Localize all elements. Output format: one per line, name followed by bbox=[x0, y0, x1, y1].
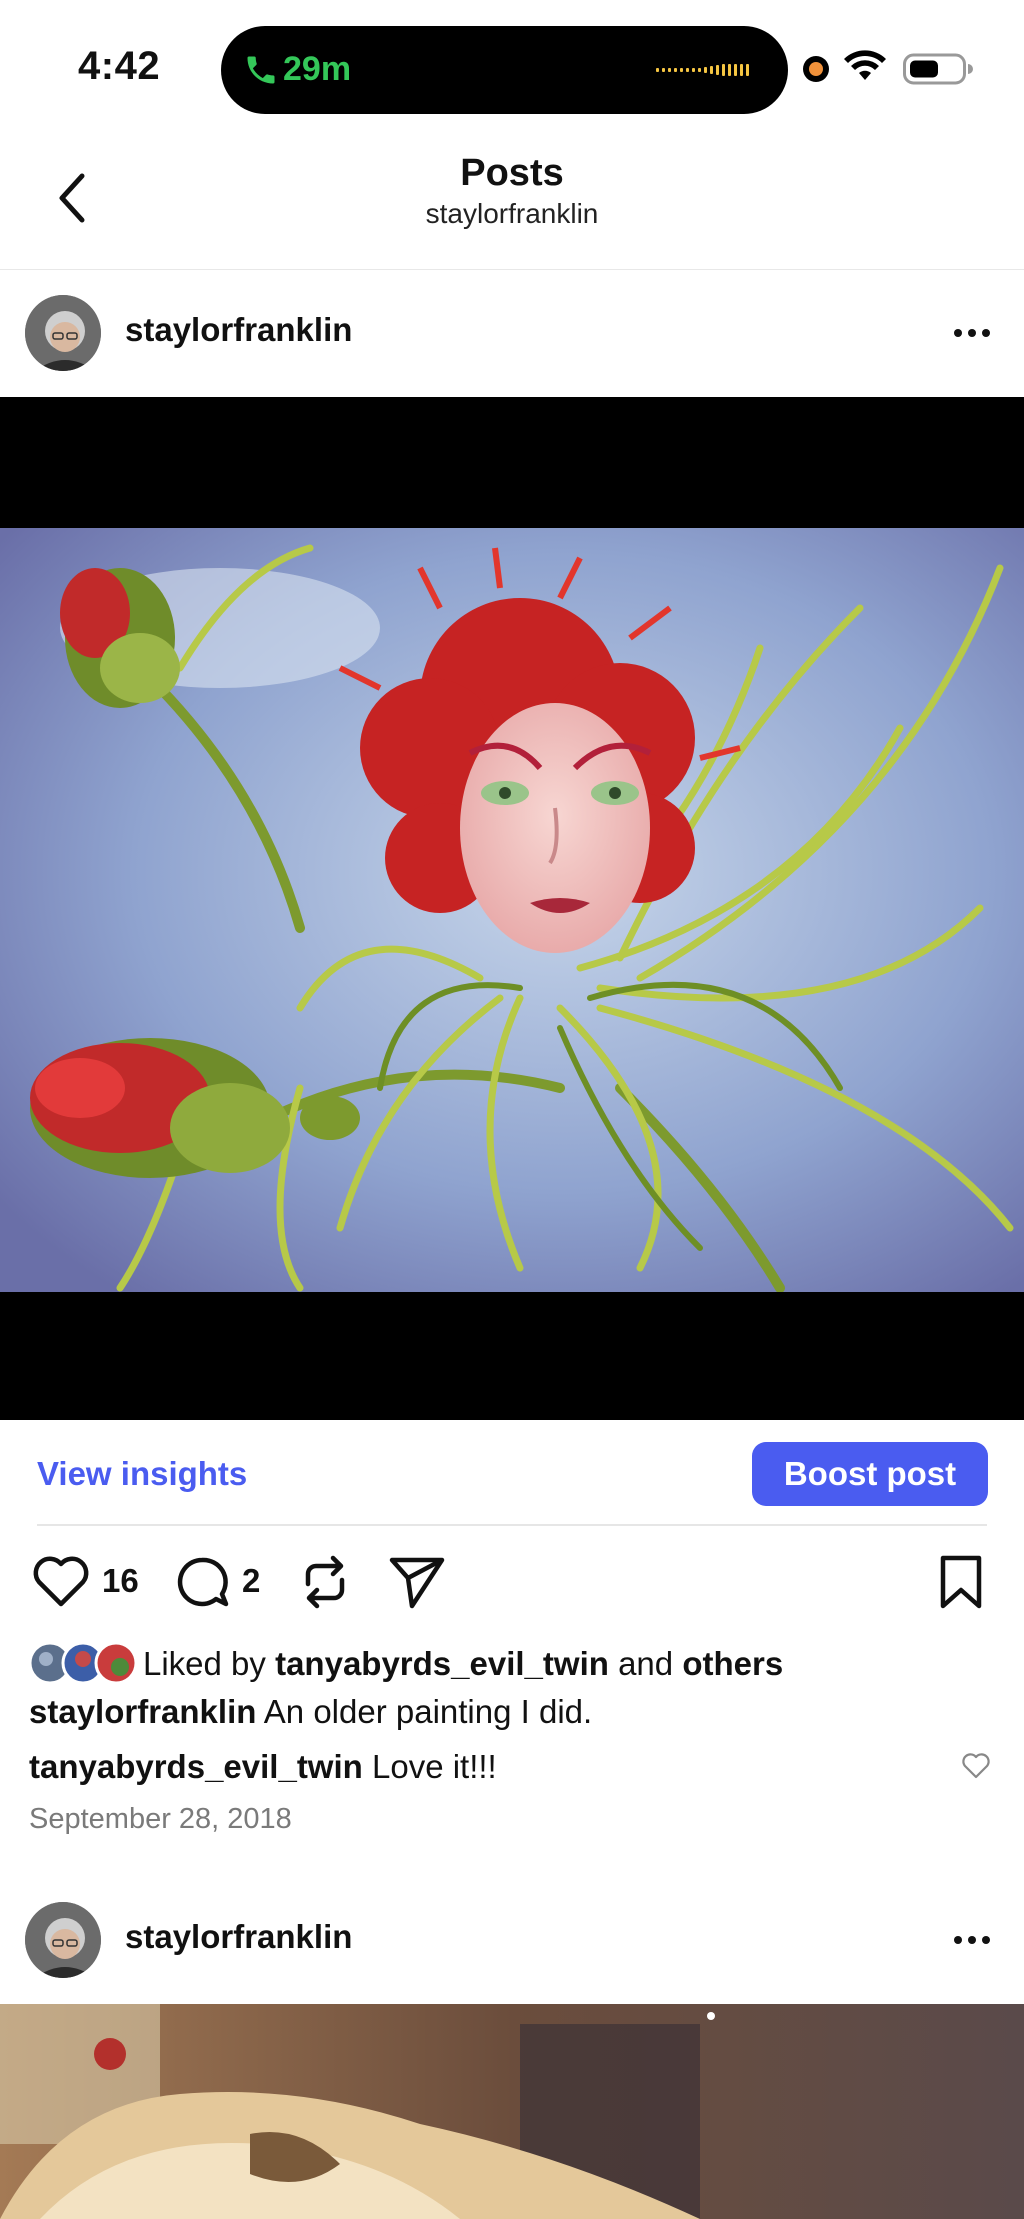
profile-photo bbox=[25, 295, 101, 371]
liker-avatars bbox=[28, 1641, 138, 1685]
boost-post-button[interactable]: Boost post bbox=[752, 1442, 988, 1506]
caption-text: An older painting I did. bbox=[263, 1693, 593, 1730]
comment-username[interactable]: tanyabyrds_evil_twin bbox=[29, 1748, 363, 1785]
repost-icon[interactable] bbox=[300, 1554, 350, 1610]
like-count[interactable]: 16 bbox=[102, 1562, 139, 1600]
post-actions: 16 2 bbox=[0, 1550, 1024, 1612]
avatar[interactable] bbox=[25, 1902, 101, 1978]
comment-like-heart-icon[interactable] bbox=[961, 1752, 991, 1780]
phone-icon bbox=[247, 56, 275, 84]
post-caption: staylorfranklin An older painting I did. bbox=[29, 1693, 592, 1731]
page-subtitle: staylorfranklin bbox=[425, 198, 599, 229]
post-username[interactable]: staylorfranklin bbox=[125, 1918, 352, 1956]
post-image-dog-photo[interactable] bbox=[0, 2004, 1024, 2219]
more-horizontal-icon[interactable] bbox=[950, 321, 994, 345]
liked-by-others[interactable]: others bbox=[682, 1645, 783, 1682]
post-header: staylorfranklin bbox=[0, 1876, 1024, 2004]
mic-in-use-indicator bbox=[803, 56, 829, 82]
heart-icon[interactable] bbox=[32, 1554, 90, 1608]
comment-count[interactable]: 2 bbox=[242, 1562, 260, 1600]
share-icon[interactable] bbox=[388, 1554, 446, 1610]
call-duration: 29m bbox=[283, 50, 352, 88]
avatar[interactable] bbox=[25, 295, 101, 371]
battery-icon bbox=[903, 53, 973, 85]
status-time: 4:42 bbox=[78, 44, 161, 88]
liked-by-and: and bbox=[618, 1645, 674, 1682]
more-horizontal-icon[interactable] bbox=[950, 1928, 994, 1952]
liked-by-prefix: Liked by bbox=[143, 1645, 266, 1682]
caption-username[interactable]: staylorfranklin bbox=[29, 1693, 256, 1730]
liked-by-row[interactable]: Liked by tanyabyrds_evil_twin and others bbox=[28, 1637, 1008, 1687]
post-username[interactable]: staylorfranklin bbox=[125, 311, 352, 349]
wifi-icon bbox=[844, 50, 886, 80]
comment-icon[interactable] bbox=[174, 1554, 230, 1610]
post-image-painting[interactable] bbox=[0, 528, 1024, 1292]
comment-preview[interactable]: tanyabyrds_evil_twin Love it!!! bbox=[29, 1748, 497, 1786]
divider bbox=[37, 1524, 987, 1526]
comment-text: Love it!!! bbox=[371, 1748, 497, 1785]
post-header: staylorfranklin bbox=[0, 269, 1024, 397]
post-date: September 28, 2018 bbox=[29, 1803, 292, 1835]
profile-photo bbox=[25, 1902, 101, 1978]
liked-by-text: Liked by tanyabyrds_evil_twin and others bbox=[143, 1645, 783, 1683]
view-insights-link[interactable]: View insights bbox=[37, 1455, 247, 1493]
page-title: Posts bbox=[460, 152, 564, 194]
insights-bar: View insights Boost post bbox=[0, 1420, 1024, 1526]
status-bar: 4:42 29m bbox=[0, 0, 1024, 140]
dynamic-island-call[interactable]: 29m bbox=[221, 26, 788, 114]
bookmark-icon[interactable] bbox=[938, 1554, 984, 1610]
top-nav: Posts staylorfranklin bbox=[0, 140, 1024, 270]
liked-by-username[interactable]: tanyabyrds_evil_twin bbox=[275, 1645, 609, 1682]
audio-waveform-icon bbox=[656, 64, 749, 76]
